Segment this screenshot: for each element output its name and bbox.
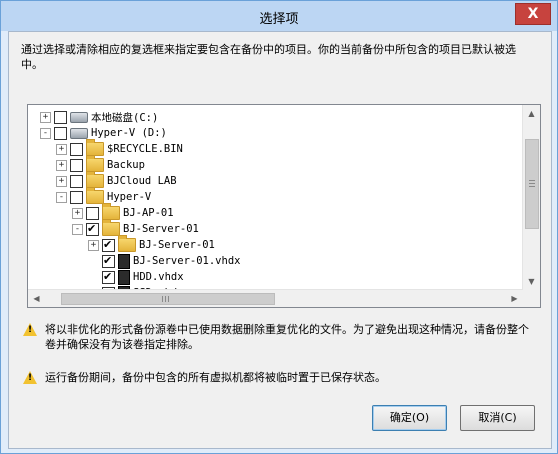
item-checkbox[interactable] (70, 174, 83, 188)
item-checkbox[interactable] (70, 158, 83, 172)
backup-items-tree[interactable]: + 本地磁盘(C:) - Hyper-V (D:) + $RECYCLE.BIN + Back… (27, 104, 541, 308)
warning-text: 将以非优化的形式备份源卷中已使用数据删除重复优化的文件。为了避免出现这种情况，请… (45, 323, 529, 351)
folder-icon (86, 139, 104, 156)
scroll-right-arrow-icon[interactable]: ▶ (506, 290, 523, 307)
tree-item-label: 本地磁盘(C:) (91, 111, 159, 124)
tree-item-label: BJCloud LAB (107, 175, 177, 187)
thumb-grip (529, 183, 535, 184)
tree-viewport: + 本地磁盘(C:) - Hyper-V (D:) + $RECYCLE.BIN + Back… (28, 105, 523, 290)
folder-icon (118, 235, 136, 252)
thumb-grip (168, 296, 169, 302)
drive-icon (70, 111, 88, 123)
collapse-icon[interactable]: - (72, 223, 83, 235)
tree-item[interactable]: - BJ-Server-01 (72, 219, 199, 237)
tree-item[interactable]: + BJ-Server-01 (88, 235, 215, 253)
close-button[interactable]: X (515, 3, 551, 25)
tree-item-label: BJ-Server-01 (139, 239, 215, 251)
item-checkbox[interactable] (102, 238, 115, 252)
expand-icon[interactable]: + (40, 111, 51, 123)
warning-vm-saved-state: ! 运行备份期间，备份中包含的所有虚拟机都将被临时置于已保存状态。 (23, 370, 538, 385)
cancel-button[interactable]: 取消(C) (460, 405, 535, 431)
collapse-icon[interactable]: - (40, 127, 51, 139)
vertical-scrollbar[interactable]: ▲ ▼ (522, 105, 540, 290)
item-checkbox[interactable] (102, 254, 115, 268)
tree-item-label: Hyper-V (107, 191, 152, 203)
tree-item-label: Hyper-V (D:) (91, 127, 167, 139)
warning-dedup: ! 将以非优化的形式备份源卷中已使用数据删除重复优化的文件。为了避免出现这种情况… (23, 322, 538, 352)
title-bar[interactable]: 选择项 X (1, 1, 557, 31)
thumb-grip (162, 296, 163, 302)
item-checkbox[interactable] (70, 190, 83, 204)
folder-icon (102, 203, 120, 220)
dialog-title: 选择项 (259, 12, 299, 27)
expand-icon[interactable]: + (56, 159, 67, 171)
tree-item[interactable]: BJ-Server-01.vhdx (88, 253, 240, 269)
expand-icon[interactable]: + (88, 239, 99, 251)
file-icon (118, 269, 130, 285)
tree-item-label: Backup (107, 159, 145, 171)
tree-item-label: BJ-Server-01 (123, 223, 199, 235)
instruction-text: 通过选择或清除相应的复选框来指定要包含在备份中的项目。你的当前备份中所包含的项目… (21, 43, 516, 71)
warning-text: 运行备份期间，备份中包含的所有虚拟机都将被临时置于已保存状态。 (45, 371, 386, 384)
folder-icon (86, 187, 104, 204)
file-icon (118, 253, 130, 269)
vertical-scroll-thumb[interactable] (525, 139, 539, 229)
scroll-down-arrow-icon[interactable]: ▼ (523, 273, 540, 290)
scroll-up-arrow-icon[interactable]: ▲ (523, 105, 540, 122)
thumb-grip (529, 180, 535, 181)
tree-item-label: BJ-Server-01.vhdx (133, 255, 241, 267)
ok-button[interactable]: 确定(O) (372, 405, 447, 431)
dialog-window: 选择项 X 通过选择或清除相应的复选框来指定要包含在备份中的项目。你的当前备份中… (0, 0, 558, 454)
expand-icon[interactable]: + (56, 175, 67, 187)
tree-item-label: $RECYCLE.BIN (107, 143, 183, 155)
tree-item-label: HDD.vhdx (133, 271, 184, 283)
dialog-content: 通过选择或清除相应的复选框来指定要包含在备份中的项目。你的当前备份中所包含的项目… (8, 31, 552, 449)
tree-item[interactable]: HDD.vhdx (88, 269, 184, 285)
item-checkbox[interactable] (102, 270, 115, 284)
horizontal-scrollbar[interactable]: ◀ ▶ (28, 289, 523, 307)
item-checkbox[interactable] (54, 110, 67, 124)
warning-icon: ! (23, 371, 37, 384)
item-checkbox[interactable] (86, 206, 99, 220)
tree-item[interactable]: + BJCloud LAB (56, 171, 177, 189)
folder-icon (86, 155, 104, 172)
warning-icon: ! (23, 323, 37, 336)
tree-item[interactable]: + BJ-AP-01 (72, 203, 174, 221)
item-checkbox[interactable] (70, 142, 83, 156)
tree-item[interactable]: + $RECYCLE.BIN (56, 139, 183, 157)
horizontal-scroll-thumb[interactable] (61, 293, 275, 305)
tree-item[interactable]: + 本地磁盘(C:) (40, 109, 158, 125)
expand-icon[interactable]: + (56, 143, 67, 155)
tree-item[interactable]: - Hyper-V (D:) (40, 125, 167, 141)
scroll-left-arrow-icon[interactable]: ◀ (28, 290, 45, 307)
scrollbar-corner (523, 290, 540, 307)
tree-item-label: BJ-AP-01 (123, 207, 174, 219)
thumb-grip (529, 186, 535, 187)
tree-item[interactable]: + Backup (56, 155, 145, 173)
drive-icon (70, 127, 88, 139)
thumb-grip (165, 296, 166, 302)
folder-icon (102, 219, 120, 236)
expand-icon[interactable]: + (72, 207, 83, 219)
item-checkbox[interactable] (86, 222, 99, 236)
folder-icon (86, 171, 104, 188)
collapse-icon[interactable]: - (56, 191, 67, 203)
item-checkbox[interactable] (54, 126, 67, 140)
